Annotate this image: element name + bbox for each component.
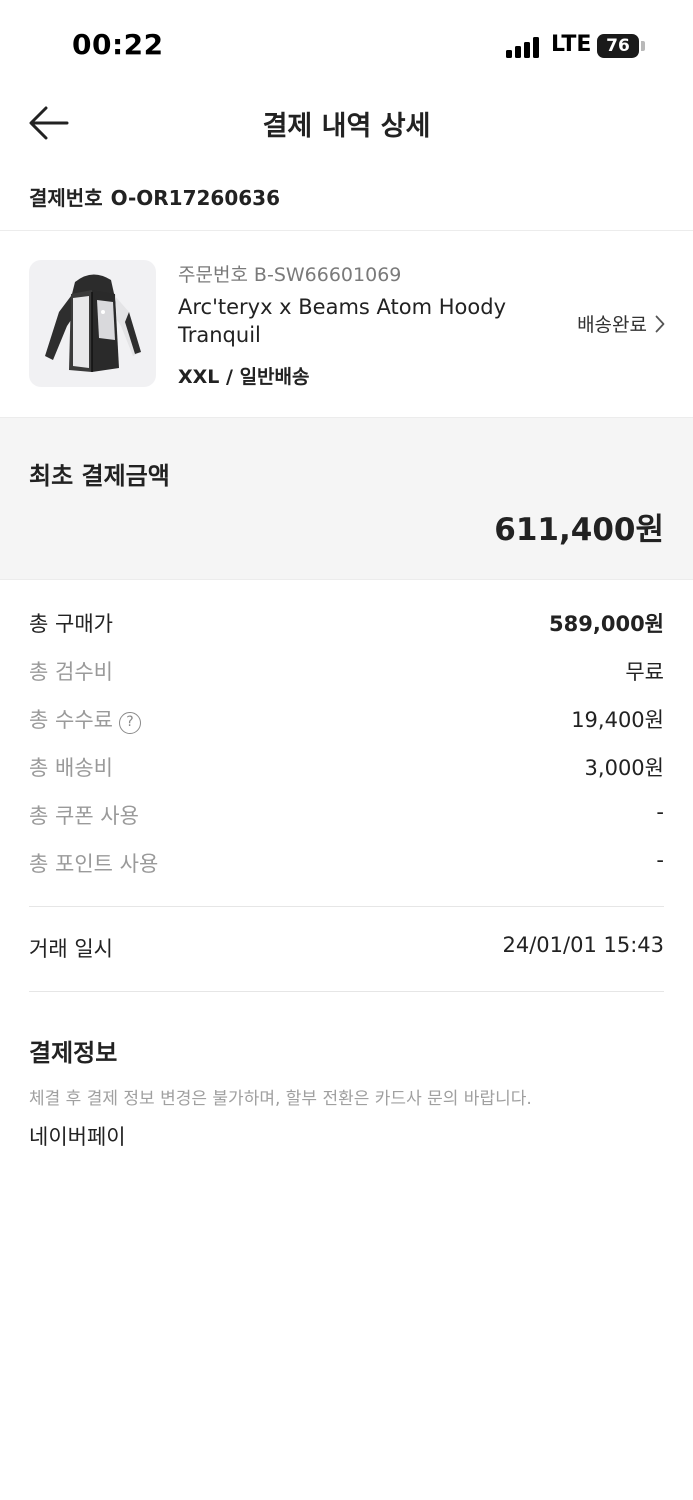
breakdown-row-shipping-fee: 총 배송비 3,000원	[29, 744, 664, 792]
divider	[29, 906, 664, 907]
jacket-image	[45, 274, 141, 372]
chevron-right-icon	[655, 315, 665, 333]
breakdown-value: 3,000원	[584, 756, 664, 780]
product-image[interactable]	[29, 260, 156, 387]
payment-number-label: 결제번호	[29, 186, 103, 210]
breakdown-row-inspection-fee: 총 검수비 무료	[29, 648, 664, 696]
payment-number-value: O-OR17260636	[110, 186, 281, 210]
status-bar: 00:22 LTE 76	[0, 0, 693, 92]
order-number-label: 주문번호	[178, 264, 248, 286]
breakdown-label: 총 구매가	[29, 612, 113, 636]
payment-info-note: 체결 후 결제 정보 변경은 불가하며, 할부 전환은 카드사 문의 바랍니다.	[29, 1089, 532, 1109]
breakdown-label-wrap: 총 수수료?	[29, 704, 141, 734]
breakdown-row-points: 총 포인트 사용 -	[29, 840, 664, 888]
trade-datetime-label: 거래 일시	[29, 937, 113, 961]
divider	[29, 991, 664, 992]
header: 결제 내역 상세	[0, 92, 693, 154]
breakdown-label: 총 검수비	[29, 660, 113, 684]
network-type: LTE	[551, 32, 592, 57]
breakdown-label: 총 쿠폰 사용	[29, 804, 139, 828]
payment-info-title: 결제정보	[29, 1039, 118, 1067]
breakdown-label: 총 포인트 사용	[29, 852, 159, 876]
status-time: 00:22	[72, 28, 164, 61]
initial-payment-label: 최초 결제금액	[29, 462, 170, 490]
breakdown-value: -	[656, 800, 664, 824]
breakdown-value: 589,000원	[549, 612, 664, 636]
breakdown-row-coupon: 총 쿠폰 사용 -	[29, 792, 664, 840]
shipping-status-link[interactable]: 배송완료	[577, 310, 665, 337]
battery-level: 76	[606, 36, 630, 56]
page-title: 결제 내역 상세	[262, 111, 431, 142]
breakdown-label: 총 배송비	[29, 756, 113, 780]
battery-icon: 76	[597, 34, 639, 58]
breakdown-row-commission: 총 수수료? 19,400원	[29, 696, 664, 744]
product-name[interactable]: Arc'teryx x Beams Atom Hoody Tranquil	[178, 293, 508, 349]
breakdown-value: 19,400원	[571, 708, 664, 732]
battery-nub	[641, 41, 645, 51]
shipping-status-label: 배송완료	[577, 314, 647, 336]
trade-datetime-value: 24/01/01 15:43	[502, 933, 664, 957]
order-number: 주문번호 B-SW66601069	[178, 260, 401, 287]
divider	[0, 230, 693, 231]
breakdown-label: 총 수수료	[29, 708, 113, 732]
payment-method: 네이버페이	[29, 1125, 126, 1149]
product-option: XXL / 일반배송	[178, 366, 310, 388]
payment-number: 결제번호 O-OR17260636	[29, 182, 280, 211]
signal-icon	[506, 36, 542, 58]
initial-payment-amount: 611,400원	[494, 512, 664, 548]
breakdown-value: -	[656, 848, 664, 872]
breakdown-row-purchase-price: 총 구매가 589,000원	[29, 600, 664, 648]
breakdown-value: 무료	[625, 660, 664, 684]
price-breakdown: 총 구매가 589,000원 총 검수비 무료 총 수수료? 19,400원 총…	[29, 600, 664, 888]
order-number-value: B-SW66601069	[253, 264, 402, 286]
help-icon[interactable]: ?	[118, 712, 141, 734]
initial-payment-section: 최초 결제금액 611,400원	[0, 417, 693, 580]
